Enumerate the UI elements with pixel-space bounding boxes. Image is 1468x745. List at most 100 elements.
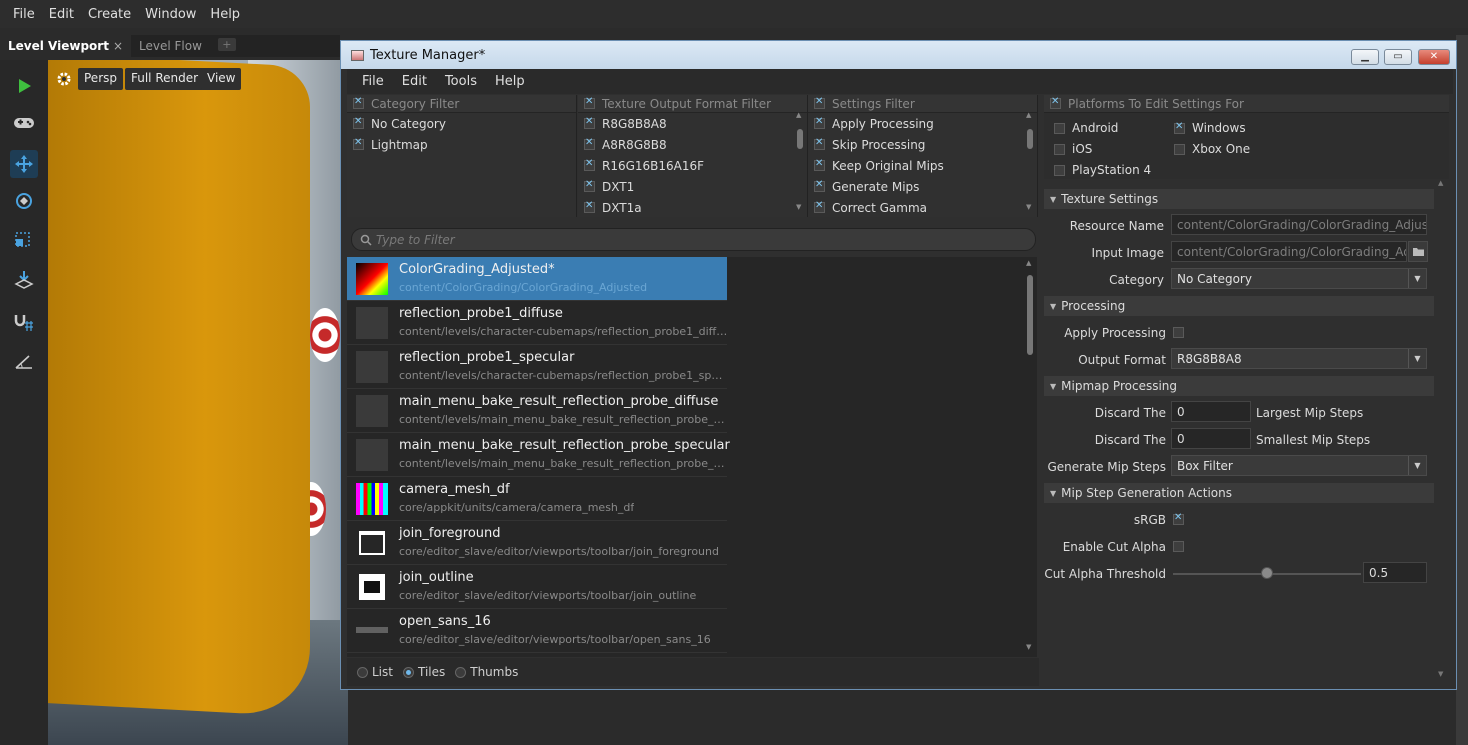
platform-xboxone-checkbox[interactable]: Xbox One [1174,142,1250,156]
mip-actions-section[interactable]: ▼ Mip Step Generation Actions [1044,483,1434,503]
texture-row[interactable]: reflection_probe1_diffuse content/levels… [347,301,729,345]
texture-row[interactable]: open_sans_16 core/editor_slave/editor/vi… [347,609,727,653]
checkbox[interactable] [584,96,595,109]
platform-windows-checkbox[interactable]: Windows [1174,121,1246,135]
format-filter-item[interactable]: DXT1 [578,176,807,197]
menu-file[interactable]: File [6,7,42,22]
texture-row[interactable]: camera_mesh_df core/appkit/units/camera/… [347,477,727,521]
category-filter-item[interactable]: No Category [347,113,576,134]
srgb-checkbox[interactable] [1173,512,1184,525]
settings-filter-item[interactable]: Keep Original Mips [808,155,1037,176]
checkbox[interactable] [1050,96,1061,109]
format-filter-item[interactable]: A8R8G8B8 [578,134,807,155]
viewport-render-mode-button[interactable]: Full Render [125,68,205,90]
discard-largest-input[interactable]: 0 [1171,401,1251,422]
crate-object[interactable] [48,60,310,717]
processing-section[interactable]: ▼ Processing [1044,296,1434,316]
platform-ios-checkbox[interactable]: iOS [1054,142,1092,156]
texture-row[interactable]: main_menu_bake_result_reflection_probe_d… [347,389,729,433]
settings-filter-item[interactable]: Skip Processing [808,134,1037,155]
move-tool-icon[interactable] [10,150,38,178]
view-mode-list-radio[interactable]: List [357,665,393,679]
maximize-button[interactable]: ▭ [1384,49,1412,65]
place-tool-icon[interactable] [10,266,38,294]
texture-row[interactable]: main_menu_bake_result_reflection_probe_s… [347,433,730,477]
level-viewport[interactable]: Persp Full Render View [48,60,348,745]
checkbox[interactable] [353,116,364,129]
platform-android-checkbox[interactable]: Android [1054,121,1118,135]
viewport-settings-gear-icon[interactable] [56,71,74,89]
gamepad-icon[interactable] [10,108,38,136]
discard-smallest-input[interactable]: 0 [1171,428,1251,449]
checkbox[interactable] [814,179,825,192]
format-filter-item[interactable]: R8G8B8A8 [578,113,807,134]
tm-menu-help[interactable]: Help [486,74,534,89]
menu-edit[interactable]: Edit [42,7,81,22]
texture-row[interactable]: join_foreground core/editor_slave/editor… [347,521,727,565]
tab-level-flow[interactable]: Level Flow [131,35,210,57]
checkbox[interactable] [353,96,364,109]
format-filter-item[interactable]: R16G16B16A16F [578,155,807,176]
close-button[interactable]: ✕ [1418,49,1450,65]
settings-filter-item[interactable]: Apply Processing [808,113,1037,134]
view-mode-thumbs-radio[interactable]: Thumbs [455,665,518,679]
checkbox[interactable] [814,137,825,150]
browse-folder-icon[interactable] [1408,241,1428,262]
apply-processing-checkbox[interactable] [1173,327,1184,338]
rotate-tool-icon[interactable] [10,187,38,215]
category-filter-item[interactable]: Lightmap [347,134,576,155]
checkbox[interactable] [584,179,595,192]
checkbox[interactable] [584,158,595,171]
enable-cut-alpha-checkbox[interactable] [1173,541,1184,552]
settings-filter-item[interactable]: Correct Gamma [808,197,1037,218]
category-filter-header[interactable]: Category Filter [347,95,576,113]
scale-tool-icon[interactable] [10,224,38,252]
checkbox[interactable] [584,116,595,129]
generate-mip-steps-dropdown[interactable]: Box Filter ▼ [1171,455,1427,476]
checkbox[interactable] [814,96,825,109]
texture-search-input[interactable]: Type to Filter [351,228,1036,251]
checkbox[interactable] [814,116,825,129]
menu-help[interactable]: Help [203,7,247,22]
tm-menu-file[interactable]: File [353,74,393,89]
format-filter-scrollbar[interactable]: ▲ ▼ [796,111,803,213]
viewport-view-button[interactable]: View [201,68,242,90]
window-titlebar[interactable]: Texture Manager* ▁ ▭ ✕ [341,41,1456,69]
settings-filter-scrollbar[interactable]: ▲ ▼ [1026,111,1033,213]
play-icon[interactable] [10,72,38,100]
tab-level-viewport[interactable]: Level Viewport × [0,35,132,57]
category-dropdown[interactable]: No Category ▼ [1171,268,1427,289]
format-filter-item[interactable]: DXT1a [578,197,807,218]
texture-row[interactable]: reflection_probe1_specular content/level… [347,345,729,389]
checkbox[interactable] [814,200,825,213]
cut-alpha-slider-handle[interactable] [1261,567,1273,579]
checkbox[interactable] [584,200,595,213]
minimize-button[interactable]: ▁ [1351,49,1379,65]
settings-filter-item[interactable]: Generate Mips [808,176,1037,197]
resource-name-field[interactable]: content/ColorGrading/ColorGrading_Adjust… [1171,214,1427,235]
menu-create[interactable]: Create [81,7,138,22]
checkbox[interactable] [353,137,364,150]
platform-ps4-checkbox[interactable]: PlayStation 4 [1054,163,1151,177]
settings-filter-header[interactable]: Settings Filter [808,95,1037,113]
mipmap-processing-section[interactable]: ▼ Mipmap Processing [1044,376,1434,396]
snap-grid-icon[interactable] [10,308,38,336]
cut-alpha-threshold-input[interactable]: 0.5 [1363,562,1427,583]
texture-row[interactable]: ColorGrading_Adjusted* content/ColorGrad… [347,257,727,301]
add-tab-icon[interactable]: + [217,38,236,51]
input-image-field[interactable]: content/ColorGrading/ColorGrading_Adjus [1171,241,1407,262]
texture-row[interactable]: join_outline core/editor_slave/editor/vi… [347,565,727,609]
output-format-dropdown[interactable]: R8G8B8A8 ▼ [1171,348,1427,369]
platforms-header[interactable]: Platforms To Edit Settings For [1044,95,1449,113]
menu-window[interactable]: Window [138,7,203,22]
format-filter-header[interactable]: Texture Output Format Filter [578,95,807,113]
texture-settings-section[interactable]: ▼ Texture Settings [1044,189,1434,209]
tm-menu-edit[interactable]: Edit [393,74,436,89]
properties-scrollbar[interactable]: ▲ ▼ [1436,179,1448,685]
angle-snap-icon[interactable] [10,347,38,375]
checkbox[interactable] [814,158,825,171]
view-mode-tiles-radio[interactable]: Tiles [402,665,445,679]
tab-close-icon[interactable]: × [113,39,123,53]
checkbox[interactable] [584,137,595,150]
viewport-camera-mode-button[interactable]: Persp [78,68,123,90]
